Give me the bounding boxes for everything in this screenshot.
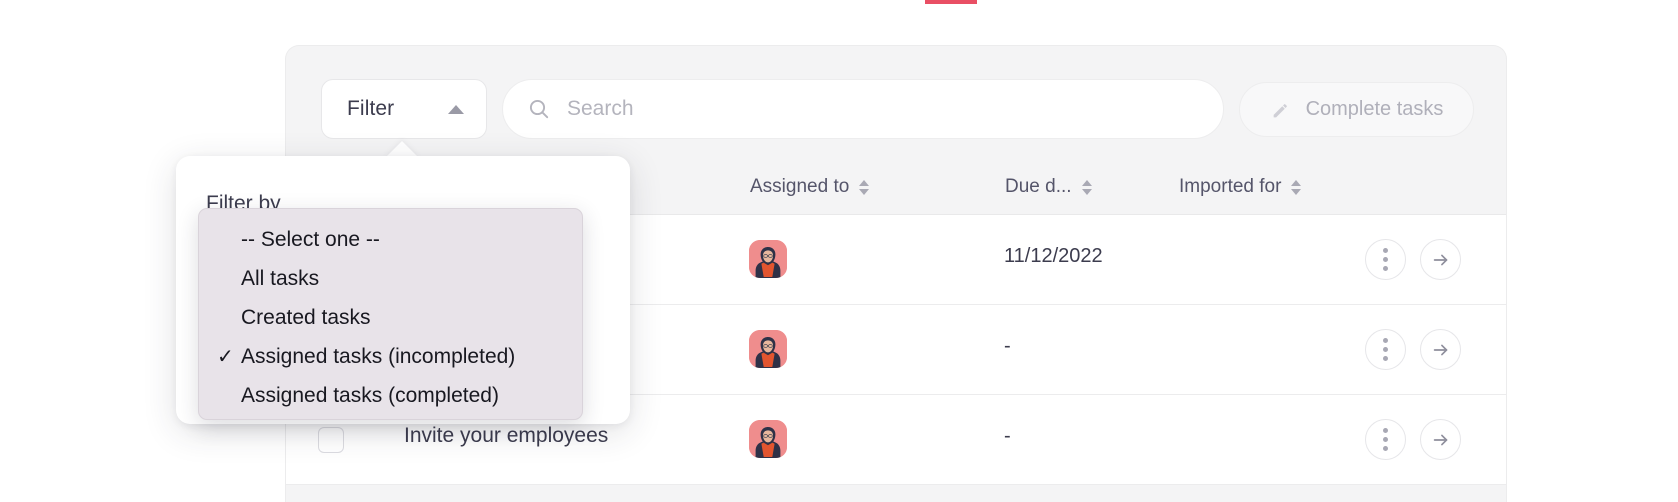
select-option-all-tasks[interactable]: All tasks xyxy=(199,259,582,298)
column-header-label: Imported for xyxy=(1179,176,1282,197)
row-due-date: - xyxy=(1004,425,1011,447)
kebab-menu-icon[interactable] xyxy=(1365,329,1406,370)
column-header-due-date[interactable]: Due d... xyxy=(1005,176,1092,198)
sort-arrows-icon xyxy=(859,179,870,195)
sort-arrows-icon xyxy=(1081,179,1092,195)
row-task-title: Invite your employees xyxy=(404,424,609,447)
select-option-label: Created tasks xyxy=(241,305,371,329)
complete-tasks-button[interactable]: Complete tasks xyxy=(1239,82,1474,137)
select-option-label: -- Select one -- xyxy=(241,227,380,251)
filter-select-listbox[interactable]: -- Select one -- All tasks Created tasks… xyxy=(198,208,583,420)
complete-tasks-label: Complete tasks xyxy=(1305,98,1444,120)
avatar xyxy=(749,330,787,368)
pencil-icon xyxy=(1270,99,1292,121)
kebab-menu-icon[interactable] xyxy=(1365,239,1406,280)
select-option-created-tasks[interactable]: Created tasks xyxy=(199,298,582,337)
row-actions xyxy=(1365,329,1461,370)
avatar xyxy=(749,240,787,278)
avatar xyxy=(749,420,787,458)
filter-button-label: Filter xyxy=(347,97,395,120)
column-header-label: Assigned to xyxy=(750,176,850,197)
select-option-assigned-incompleted[interactable]: ✓ Assigned tasks (incompleted) xyxy=(199,337,582,376)
column-header-assigned-to[interactable]: Assigned to xyxy=(750,176,870,198)
search-input[interactable] xyxy=(567,97,1167,121)
caret-up-icon xyxy=(448,104,464,114)
select-option-label: Assigned tasks (completed) xyxy=(241,383,499,407)
row-actions xyxy=(1365,239,1461,280)
kebab-menu-icon[interactable] xyxy=(1365,419,1406,460)
column-header-label: Due d... xyxy=(1005,176,1072,197)
sort-arrows-icon xyxy=(1291,179,1302,195)
column-header-imported-for[interactable]: Imported for xyxy=(1179,176,1302,198)
select-option-label: All tasks xyxy=(241,266,320,290)
select-option-assigned-completed[interactable]: Assigned tasks (completed) xyxy=(199,376,582,415)
row-checkbox[interactable] xyxy=(318,427,344,453)
arrow-right-icon[interactable] xyxy=(1420,419,1461,460)
arrow-right-icon[interactable] xyxy=(1420,329,1461,370)
tasks-toolbar: Filter Compl xyxy=(286,46,1506,159)
filter-button[interactable]: Filter xyxy=(321,79,487,139)
page-root: Filter Compl xyxy=(0,0,1678,502)
row-due-date: - xyxy=(1004,335,1011,357)
row-due-date: 11/12/2022 xyxy=(1004,245,1103,267)
search-box[interactable] xyxy=(502,79,1224,139)
active-tab-accent-bar xyxy=(925,0,977,4)
option-check-icon: ✓ xyxy=(217,346,234,368)
search-icon xyxy=(527,97,551,121)
row-actions xyxy=(1365,419,1461,460)
select-option-label: Assigned tasks (incompleted) xyxy=(241,344,516,368)
arrow-right-icon[interactable] xyxy=(1420,239,1461,280)
select-option-select-one[interactable]: -- Select one -- xyxy=(199,220,582,259)
